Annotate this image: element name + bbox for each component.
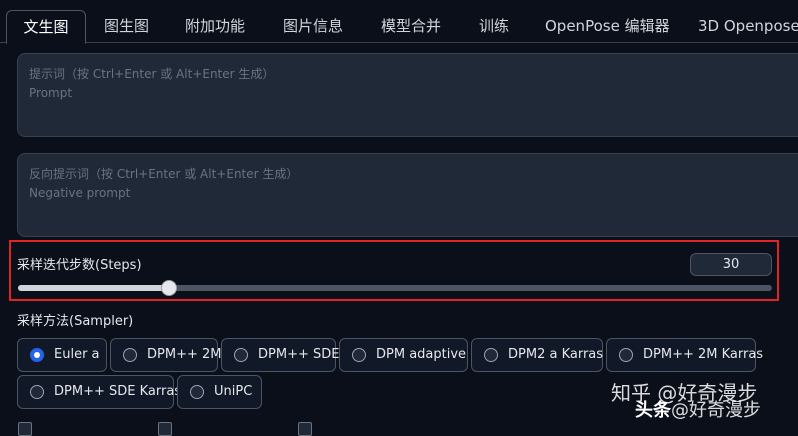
sampler-label: 采样方法(Sampler) [17, 314, 134, 329]
sampler-option-dpmpp-sde[interactable]: DPM++ SDE [221, 338, 339, 372]
negative-prompt-placeholder: Negative prompt [29, 186, 131, 200]
radio-icon [619, 348, 633, 362]
steps-number-input[interactable]: 30 [690, 253, 772, 276]
tab-checkpoint-merger[interactable]: 模型合并 [381, 10, 441, 42]
radio-checked-icon [30, 348, 44, 362]
tab-txt2img[interactable]: 文生图 [6, 10, 86, 44]
sampler-option-dpm2-a-karras[interactable]: DPM2 a Karras [471, 338, 603, 372]
sampler-option-dpmpp-2m-karras[interactable]: DPM++ 2M Karras [606, 338, 763, 372]
radio-icon [190, 385, 204, 399]
tab-img2img[interactable]: 图生图 [104, 10, 149, 42]
tab-bar: 文生图 图生图 附加功能 图片信息 模型合并 训练 OpenPose 编辑器 3… [0, 0, 798, 44]
radio-icon [484, 348, 498, 362]
radio-icon [234, 348, 248, 362]
radio-icon [123, 348, 137, 362]
sampler-option-dpm-adaptive[interactable]: DPM adaptive [339, 338, 468, 372]
prompt-hint: 提示词（按 Ctrl+Enter 或 Alt+Enter 生成） [29, 67, 275, 81]
prompt-placeholder: Prompt [29, 86, 73, 100]
prompt-input[interactable]: 提示词（按 Ctrl+Enter 或 Alt+Enter 生成） Prompt [17, 53, 798, 137]
toutiao-watermark: 头条@好奇漫步 [635, 396, 761, 422]
radio-icon [30, 385, 44, 399]
tab-3d-openpose[interactable]: 3D Openpose [698, 10, 798, 42]
restore-faces-checkbox[interactable] [18, 422, 32, 436]
radio-icon [352, 348, 366, 362]
steps-label: 采样迭代步数(Steps) [17, 258, 142, 273]
sampler-option-euler-a[interactable]: Euler a [17, 338, 107, 372]
toutiao-handle: @好奇漫步 [671, 400, 761, 421]
tab-openpose-editor[interactable]: OpenPose 编辑器 [545, 10, 670, 42]
steps-slider[interactable] [18, 280, 772, 296]
negative-prompt-input[interactable]: 反向提示词（按 Ctrl+Enter 或 Alt+Enter 生成） Negat… [17, 153, 798, 237]
hires-fix-checkbox[interactable] [298, 422, 312, 436]
negative-prompt-hint: 反向提示词（按 Ctrl+Enter 或 Alt+Enter 生成） [29, 167, 299, 181]
sampler-option-dpmpp-2m[interactable]: DPM++ 2M [110, 338, 221, 372]
tiling-checkbox[interactable] [158, 422, 172, 436]
steps-slider-thumb[interactable] [160, 280, 177, 296]
sampler-option-unipc[interactable]: UniPC [177, 375, 262, 409]
steps-slider-fill [18, 285, 169, 291]
toutiao-brand: 头条 [635, 400, 671, 421]
tab-png-info[interactable]: 图片信息 [283, 10, 343, 42]
sampler-option-dpmpp-sde-karras[interactable]: DPM++ SDE Karras [17, 375, 181, 409]
tab-extras[interactable]: 附加功能 [185, 10, 245, 42]
tab-train[interactable]: 训练 [479, 10, 509, 42]
